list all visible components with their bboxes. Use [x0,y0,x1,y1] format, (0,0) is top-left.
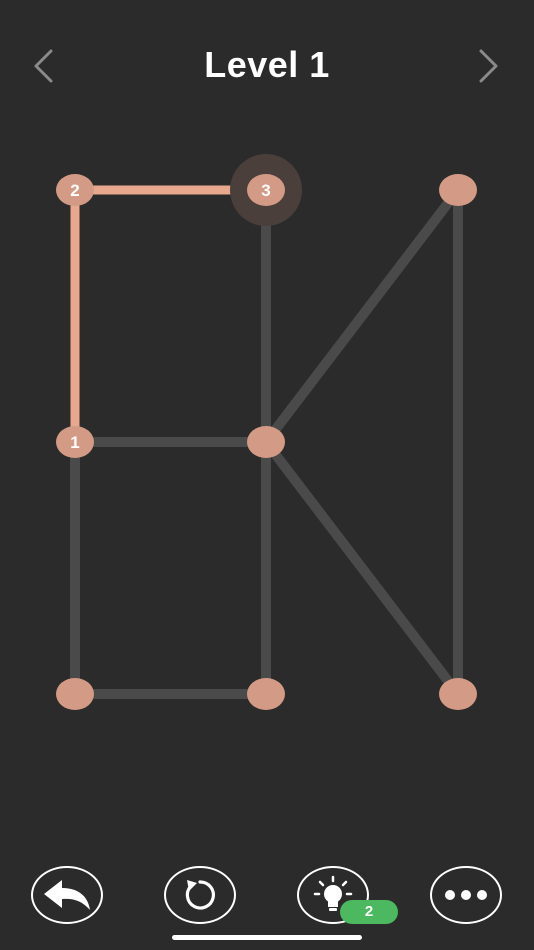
node-dot [247,426,285,458]
chevron-right-icon [479,49,498,83]
restart-button[interactable] [164,866,236,924]
node-g[interactable] [247,678,285,710]
node-dot [439,174,477,206]
node-dot [439,678,477,710]
level-title: Level 1 [204,44,330,85]
edge-c-e[interactable] [261,185,463,447]
next-level-button[interactable] [468,46,508,86]
game-screen: 2 3 1 Level 1 2 [0,0,534,950]
more-button[interactable] [430,866,502,924]
undo-button[interactable] [31,866,103,924]
restart-icon [185,880,215,910]
node-d[interactable]: 1 [56,426,94,458]
node-h[interactable] [439,678,477,710]
node-e[interactable] [247,426,285,458]
node-order-label: 1 [70,433,79,452]
node-dot [56,678,94,710]
node-f[interactable] [56,678,94,710]
node-order-label: 3 [261,181,270,200]
node-c[interactable] [439,174,477,206]
puzzle-board[interactable]: 2 3 1 [0,0,534,950]
edge-e-h[interactable] [261,437,463,699]
node-dot [247,678,285,710]
header: Level 1 [0,30,534,102]
node-b[interactable]: 3 [230,154,302,226]
undo-arrow-icon [44,880,90,910]
hint-count-badge: 2 [340,900,398,924]
bottom-toolbar: 2 [0,866,534,926]
more-dots-icon [445,890,487,900]
home-indicator [172,935,362,940]
node-a[interactable]: 2 [56,174,94,206]
node-order-label: 2 [70,181,79,200]
